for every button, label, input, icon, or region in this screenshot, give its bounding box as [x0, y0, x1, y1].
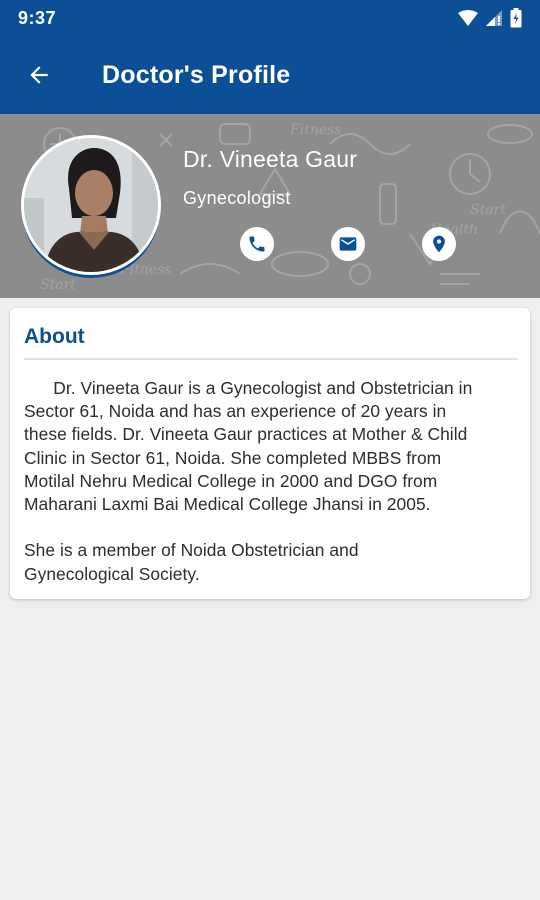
doctor-avatar	[21, 135, 161, 275]
status-icons	[458, 8, 522, 28]
back-button[interactable]	[12, 48, 66, 102]
email-icon	[339, 237, 357, 251]
call-button[interactable]	[240, 227, 274, 261]
status-time: 9:37	[18, 7, 57, 28]
about-divider	[24, 358, 518, 360]
wifi-icon	[458, 10, 478, 26]
battery-icon	[510, 8, 522, 28]
about-title: About	[24, 325, 85, 348]
page-title: Doctor's Profile	[102, 60, 291, 89]
svg-text:Fitness: Fitness	[289, 122, 342, 138]
about-text: Dr. Vineeta Gaur is a Gynecologist and O…	[24, 378, 473, 584]
doctor-specialty: Gynecologist	[183, 188, 291, 208]
app-bar: Doctor's Profile	[0, 36, 540, 114]
doctor-name: Dr. Vineeta Gaur	[183, 146, 358, 172]
profile-header: Fitness Health Start Fitness Start Dr. V…	[0, 114, 540, 298]
signal-icon	[486, 10, 502, 26]
location-button[interactable]	[422, 227, 456, 261]
arrow-back-icon	[30, 66, 48, 84]
doctor-photo	[24, 138, 158, 272]
email-button[interactable]	[331, 227, 365, 261]
phone-icon	[249, 236, 265, 252]
svg-text:Start: Start	[470, 202, 506, 218]
about-card: About Dr. Vineeta Gaur is a Gynecologist…	[10, 308, 530, 599]
status-bar: 9:37	[0, 0, 540, 36]
location-pin-icon	[433, 235, 445, 253]
svg-text:Start: Start	[40, 277, 76, 293]
